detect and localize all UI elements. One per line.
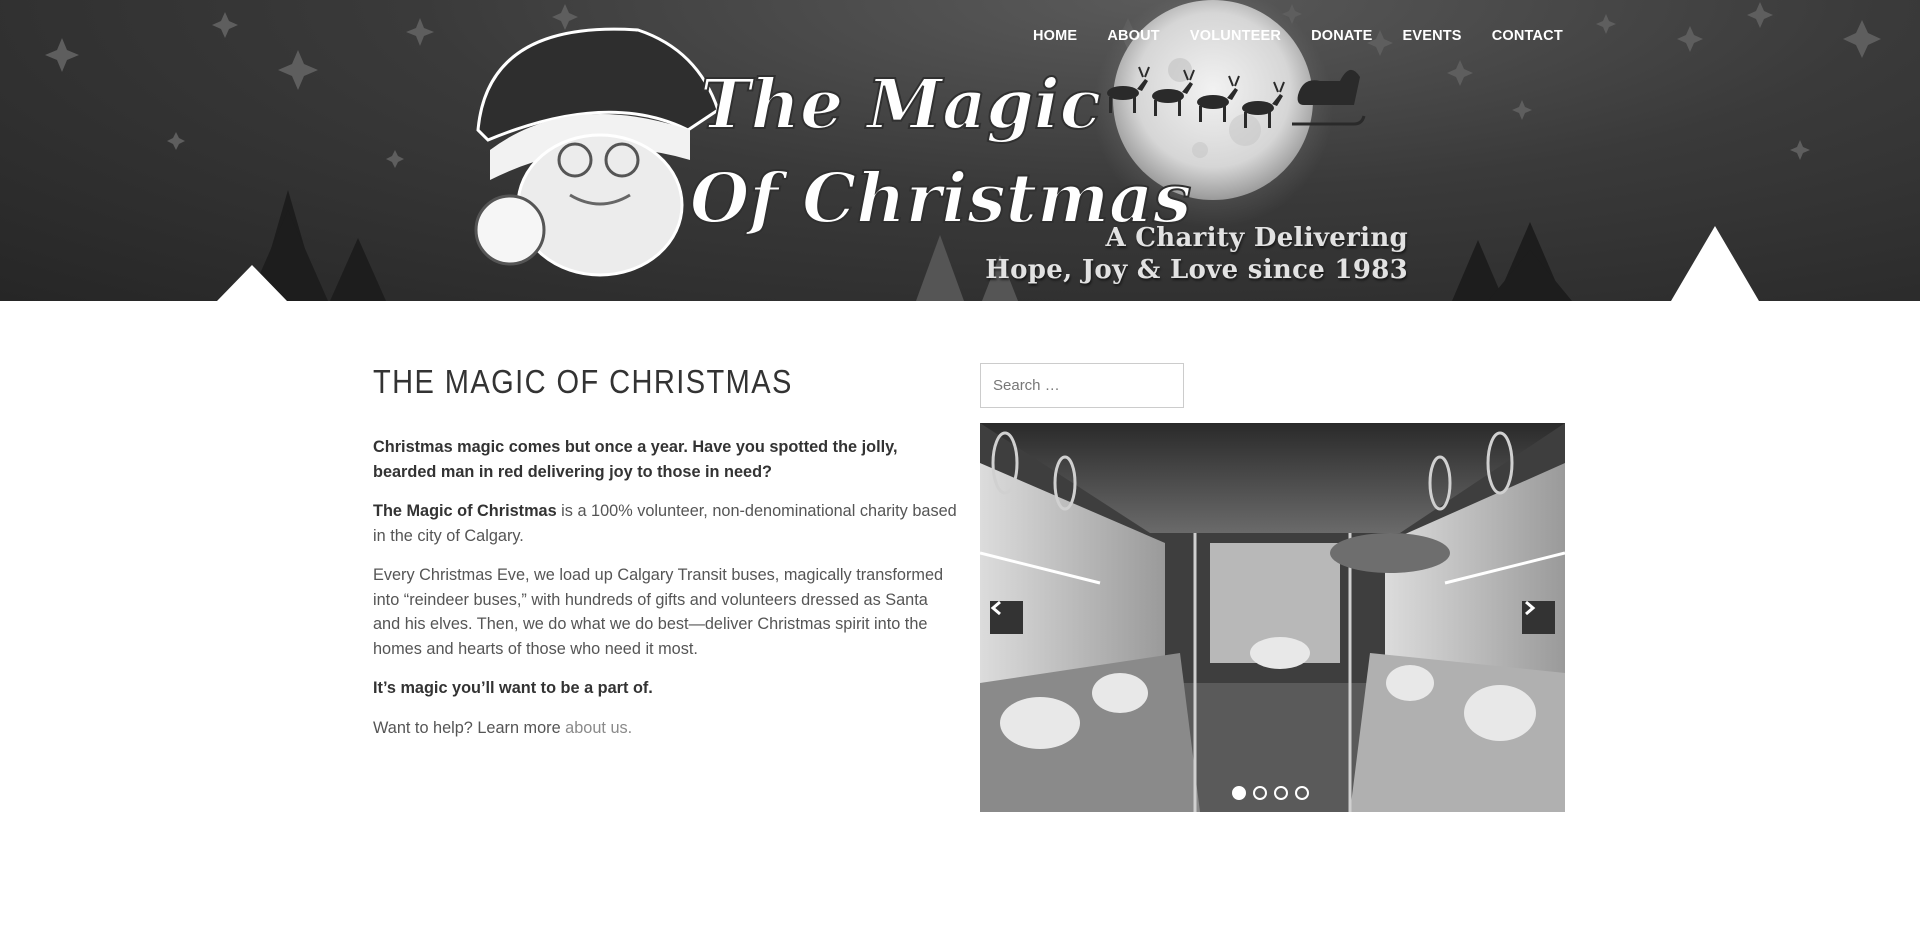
slider-dot-3[interactable] [1274, 786, 1288, 800]
nav-item-donate[interactable]: DONATE [1311, 28, 1372, 44]
call-to-action-paragraph: It’s magic you’ll want to be a part of. [373, 679, 653, 697]
intro-paragraph: Christmas magic comes but once a year. H… [373, 438, 898, 481]
nav-item-volunteer[interactable]: VOLUNTEER [1190, 28, 1281, 44]
slider-dot-2[interactable] [1253, 786, 1267, 800]
nav-item-about[interactable]: ABOUT [1107, 28, 1160, 44]
christmas-eve-paragraph: Every Christmas Eve, we load up Calgary … [373, 566, 944, 658]
tagline-line2: Hope, Joy & Love since 1983 [985, 255, 1408, 285]
slider-prev-button[interactable] [990, 601, 1023, 634]
page-title: THE MAGIC OF CHRISTMAS [373, 363, 793, 400]
header-banner-art: The Magic Of Christmas [45, 0, 1881, 301]
main-navigation: HOME ABOUT VOLUNTEER DONATE EVENTS CONTA… [1033, 28, 1563, 44]
svg-text:The Magic: The Magic [700, 65, 1101, 145]
tagline-line1: A Charity Delivering [1105, 223, 1408, 253]
about-us-link[interactable]: about us. [565, 719, 632, 737]
charity-description-paragraph: The Magic of Christmas is a 100% volunte… [373, 499, 958, 548]
nav-item-events[interactable]: EVENTS [1402, 28, 1461, 44]
site-tagline: A Charity Delivering Hope, Joy & Love si… [985, 222, 1408, 286]
slide-image-bus-interior [980, 423, 1565, 812]
learn-more-paragraph: Want to help? Learn more about us. [373, 716, 958, 741]
slider-next-button[interactable] [1522, 601, 1555, 634]
chevron-right-icon [1525, 601, 1536, 615]
nav-item-contact[interactable]: CONTACT [1492, 28, 1563, 44]
search-input[interactable] [980, 363, 1184, 408]
site-header: The Magic Of Christmas HOME ABOUT VOLUNT… [0, 0, 1920, 301]
chevron-left-icon [990, 601, 1001, 615]
image-slider[interactable] [980, 423, 1565, 812]
slider-pagination [1232, 786, 1309, 800]
main-content: THE MAGIC OF CHRISTMAS Christmas magic c… [373, 360, 958, 755]
slider-dot-1[interactable] [1232, 786, 1246, 800]
slider-dot-4[interactable] [1295, 786, 1309, 800]
nav-item-home[interactable]: HOME [1033, 28, 1077, 44]
learn-more-text: Want to help? Learn more [373, 718, 566, 737]
santa-logo-icon [474, 27, 720, 277]
charity-name: The Magic of Christmas [373, 502, 557, 520]
